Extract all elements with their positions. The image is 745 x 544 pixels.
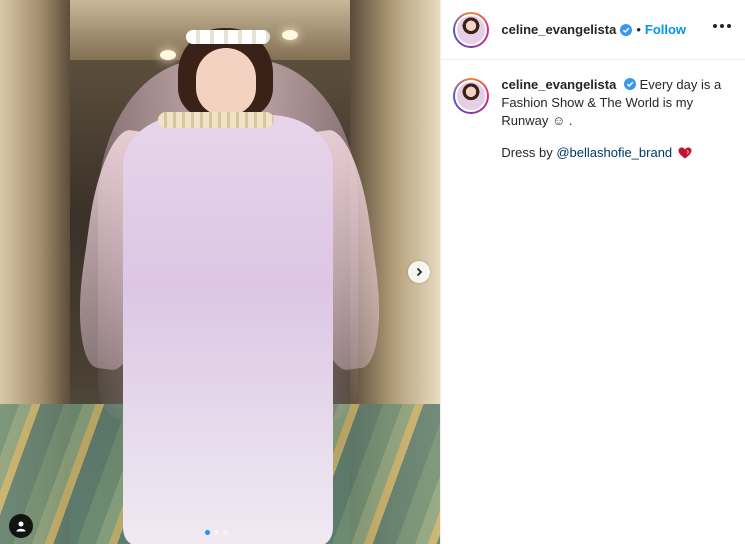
story-ring[interactable] <box>453 78 490 114</box>
caption-username[interactable]: celine_evangelista <box>501 77 616 92</box>
heart-icon <box>678 146 692 164</box>
separator-dot: • <box>636 22 641 37</box>
gown <box>123 115 333 544</box>
next-slide-button[interactable] <box>408 261 430 283</box>
verified-badge-icon <box>623 78 636 90</box>
carousel-dot-active <box>205 530 210 535</box>
caption-body: celine_evangelista Every day is a Fashio… <box>501 76 733 164</box>
carousel-dot <box>223 530 228 535</box>
verified-badge-icon <box>620 23 633 36</box>
header-username[interactable]: celine_evangelista <box>501 22 616 37</box>
user-tag-icon <box>16 521 26 532</box>
credit-prefix: Dress by <box>501 145 553 160</box>
flower-crown <box>186 30 270 44</box>
chevron-right-icon <box>416 267 423 277</box>
post-media[interactable] <box>0 0 441 544</box>
user-tag-button[interactable] <box>9 514 33 538</box>
follow-button[interactable]: Follow <box>645 22 686 37</box>
carousel-dot <box>214 530 219 535</box>
face <box>196 48 256 116</box>
post-sidebar: celine_evangelista • Follow celine_evang… <box>440 0 745 544</box>
story-ring[interactable] <box>453 11 490 48</box>
post-caption: celine_evangelista Every day is a Fashio… <box>441 60 745 180</box>
lace-collar <box>158 112 274 128</box>
woman-in-gown <box>69 20 390 544</box>
more-options-icon[interactable] <box>709 20 735 32</box>
post-header: celine_evangelista • Follow <box>441 0 745 60</box>
brand-mention-link[interactable]: @bellashofie_brand <box>556 145 672 160</box>
avatar[interactable] <box>455 13 488 46</box>
carousel-indicator <box>205 530 228 535</box>
avatar[interactable] <box>455 80 488 112</box>
instagram-post: celine_evangelista • Follow celine_evang… <box>0 0 745 544</box>
